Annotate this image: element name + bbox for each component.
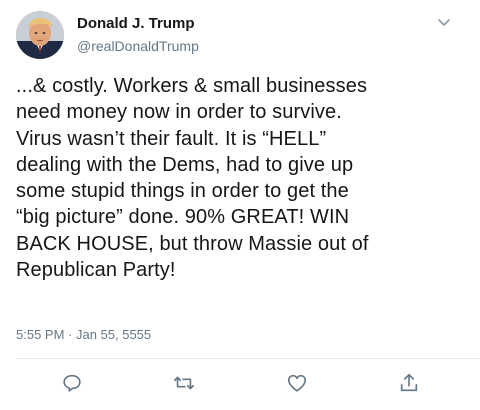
author-display-name[interactable]: Donald J. Trump bbox=[77, 15, 195, 32]
reply-button[interactable] bbox=[60, 371, 84, 395]
tweet-text-line: Republican Party! bbox=[16, 259, 176, 282]
tweet-text-line: BACK HOUSE, but throw Massie out of bbox=[16, 232, 369, 255]
divider bbox=[16, 358, 480, 359]
share-button[interactable] bbox=[397, 371, 421, 395]
avatar-image bbox=[16, 11, 64, 59]
avatar[interactable] bbox=[16, 11, 64, 59]
tweet-text-line: dealing with the Dems, had to give up bbox=[16, 153, 354, 176]
tweet-text-line: need money now in order to survive. bbox=[16, 101, 342, 124]
like-button[interactable] bbox=[285, 371, 309, 395]
tweet-card: Donald J. Trump @realDonaldTrump ...& co… bbox=[0, 0, 480, 410]
share-icon bbox=[398, 372, 420, 394]
tweet-timestamp[interactable]: 5:55 PM · Jan 55, 5555 bbox=[16, 327, 151, 342]
author-handle[interactable]: @realDonaldTrump bbox=[77, 38, 199, 54]
chevron-down-icon[interactable] bbox=[436, 14, 452, 30]
heart-icon bbox=[286, 372, 308, 394]
tweet-text: ...& costly. Workers & small businesses … bbox=[16, 73, 468, 283]
retweet-icon bbox=[172, 372, 196, 394]
retweet-button[interactable] bbox=[172, 371, 196, 395]
reply-icon bbox=[61, 372, 83, 394]
tweet-text-line: ...& costly. Workers & small businesses bbox=[16, 75, 368, 97]
tweet-text-line: Virus wasn’t their fault. It is “HELL” bbox=[16, 127, 327, 150]
tweet-text-line: “big picture” done. 90% GREAT! WIN bbox=[16, 206, 350, 229]
tweet-text-line: some stupid things in order to get the bbox=[16, 180, 349, 203]
tweet-actions-bar bbox=[0, 371, 480, 399]
